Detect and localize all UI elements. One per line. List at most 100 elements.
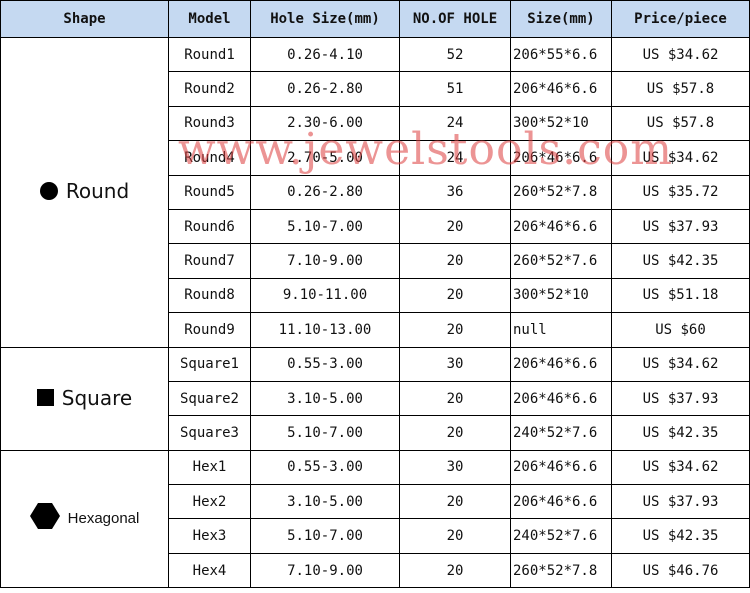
hole-size-cell: 2.70-5.00 (250, 140, 400, 176)
size-cell: 260*52*7.6 (510, 243, 612, 279)
price-cell: US $42.35 (611, 518, 750, 554)
size-cell: 206*46*6.6 (510, 208, 612, 245)
hole-count-cell: 30 (399, 346, 511, 382)
hole-size-cell: 0.26-2.80 (250, 174, 400, 210)
model-cell: Square1 (168, 346, 251, 382)
size-cell: 206*46*6.6 (510, 71, 612, 107)
shape-group-cell: Square (0, 346, 169, 451)
shape-label: Round (65, 179, 130, 204)
size-cell: 260*52*7.8 (510, 552, 612, 589)
size-cell: 240*52*7.6 (510, 415, 612, 451)
price-cell: US $60 (611, 312, 750, 348)
hole-count-cell: 36 (399, 174, 511, 210)
hole-size-cell: 5.10-7.00 (250, 415, 400, 451)
hole-count-cell: 20 (399, 208, 511, 245)
shape-label: Square (61, 385, 133, 410)
hole-size-cell: 0.55-3.00 (250, 346, 400, 382)
hole-count-cell: 20 (399, 277, 511, 314)
hole-count-cell: 24 (399, 105, 511, 142)
hole-count-cell: 52 (399, 36, 511, 73)
price-cell: US $37.93 (611, 380, 750, 417)
price-cell: US $34.62 (611, 346, 750, 382)
table-row: Square Square1 0.55-3.00 30 206*46*6.6 US $34… (0, 346, 750, 451)
hole-size-cell: 3.10-5.00 (250, 484, 400, 520)
price-cell: US $34.62 (611, 140, 750, 176)
model-cell: Round2 (168, 71, 251, 107)
header-no-of-hole: NO.OF HOLE (399, 0, 511, 38)
hole-count-cell: 20 (399, 415, 511, 451)
size-cell: 300*52*10 (510, 277, 612, 314)
header-size: Size(mm) (510, 0, 612, 38)
model-cell: Round6 (168, 208, 251, 245)
hole-size-cell: 5.10-7.00 (250, 208, 400, 245)
size-cell: 206*46*6.6 (510, 140, 612, 176)
model-cell: Hex3 (168, 518, 251, 554)
hole-size-cell: 5.10-7.00 (250, 518, 400, 554)
product-spec-table: Shape Model Hole Size(mm) NO.OF HOLE Siz… (0, 0, 750, 589)
model-cell: Hex1 (168, 449, 251, 486)
price-cell: US $42.35 (611, 415, 750, 451)
price-cell: US $37.93 (611, 208, 750, 245)
price-cell: US $57.8 (611, 71, 750, 107)
header-hole-size: Hole Size(mm) (250, 0, 400, 38)
shape-label-wrap: Round (39, 179, 130, 204)
hole-size-cell: 7.10-9.00 (250, 243, 400, 279)
price-cell: US $34.62 (611, 449, 750, 486)
model-cell: Hex2 (168, 484, 251, 520)
shape-label-wrap: Square (36, 385, 133, 410)
shape-group-cell: Round (0, 37, 169, 348)
hole-size-cell: 0.26-2.80 (250, 71, 400, 107)
hole-size-cell: 11.10-13.00 (250, 312, 400, 348)
model-cell: Square3 (168, 415, 251, 451)
price-cell: US $46.76 (611, 552, 750, 589)
table-body: Round Round1 0.26-4.10 52 206*55*6.6 US $34.6… (0, 36, 750, 589)
size-cell: 206*55*6.6 (510, 36, 612, 73)
size-cell: 300*52*10 (510, 105, 612, 142)
size-cell: 260*52*7.8 (510, 174, 612, 210)
shape-group-cell: Hexagonal (0, 449, 169, 589)
hole-count-cell: 20 (399, 243, 511, 279)
hole-size-cell: 3.10-5.00 (250, 380, 400, 417)
model-cell: Round5 (168, 174, 251, 210)
hole-size-cell: 9.10-11.00 (250, 277, 400, 314)
hole-count-cell: 51 (399, 71, 511, 107)
size-cell: 240*52*7.6 (510, 518, 612, 554)
hole-count-cell: 20 (399, 518, 511, 554)
filled-circle-icon (39, 182, 58, 201)
price-cell: US $57.8 (611, 105, 750, 142)
table-row: Round Round1 0.26-4.10 52 206*55*6.6 US $34.6… (0, 36, 750, 348)
size-cell: 206*46*6.6 (510, 380, 612, 417)
header-shape: Shape (0, 0, 169, 38)
table-row: Hexagonal Hex1 0.55-3.00 30 206*46*6.6 US $34… (0, 449, 750, 589)
model-cell: Round4 (168, 140, 251, 176)
model-cell: Round1 (168, 36, 251, 73)
model-cell: Round3 (168, 105, 251, 142)
model-cell: Round7 (168, 243, 251, 279)
header-row: Shape Model Hole Size(mm) NO.OF HOLE Siz… (0, 0, 750, 38)
size-cell: 206*46*6.6 (510, 484, 612, 520)
size-cell: null (510, 312, 612, 348)
model-cell: Square2 (168, 380, 251, 417)
price-cell: US $42.35 (611, 243, 750, 279)
header-price: Price/piece (611, 0, 750, 38)
hole-size-cell: 2.30-6.00 (250, 105, 400, 142)
hole-count-cell: 24 (399, 140, 511, 176)
hole-count-cell: 20 (399, 380, 511, 417)
price-cell: US $35.72 (611, 174, 750, 210)
model-cell: Round9 (168, 312, 251, 348)
filled-hexagon-icon (29, 503, 60, 534)
hole-size-cell: 0.55-3.00 (250, 449, 400, 486)
price-cell: US $34.62 (611, 36, 750, 73)
shape-label: Hexagonal (67, 510, 140, 528)
price-cell: US $51.18 (611, 277, 750, 314)
model-cell: Hex4 (168, 552, 251, 589)
hole-count-cell: 30 (399, 449, 511, 486)
hole-count-cell: 20 (399, 552, 511, 589)
hole-size-cell: 0.26-4.10 (250, 36, 400, 73)
filled-square-icon (36, 389, 54, 407)
hole-size-cell: 7.10-9.00 (250, 552, 400, 589)
header-model: Model (168, 0, 251, 38)
hole-count-cell: 20 (399, 312, 511, 348)
price-cell: US $37.93 (611, 484, 750, 520)
hole-count-cell: 20 (399, 484, 511, 520)
